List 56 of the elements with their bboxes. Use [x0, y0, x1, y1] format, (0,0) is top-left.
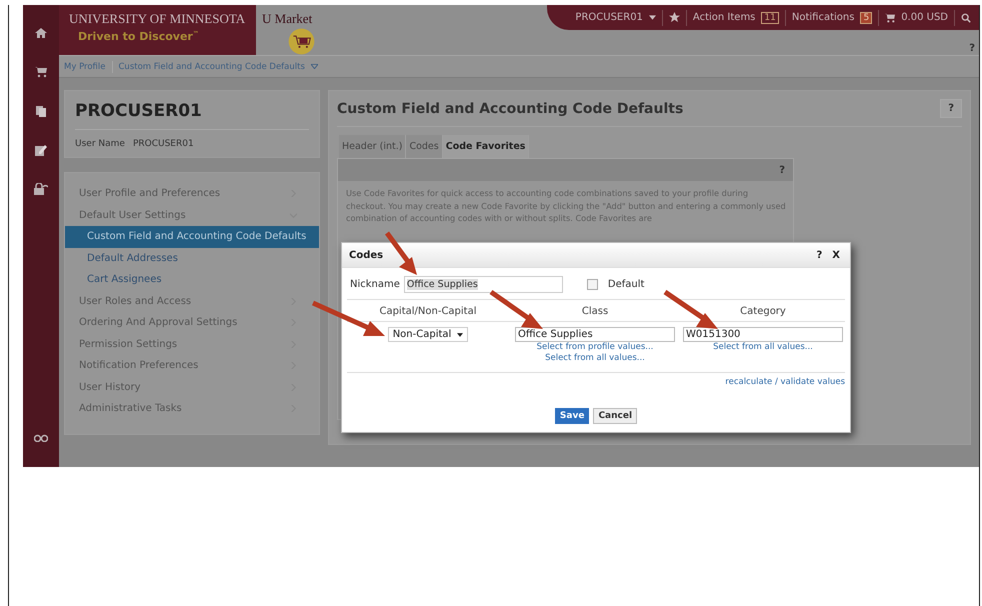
save-button[interactable]: Save [554, 408, 590, 424]
submenu-item[interactable]: Custom Field and Accounting Code Defaults [65, 226, 319, 248]
help-icon[interactable]: ? [969, 43, 975, 54]
binoculars-icon[interactable] [34, 434, 48, 442]
checkbox[interactable] [586, 279, 598, 290]
cart-icon[interactable] [35, 66, 47, 78]
user-name-label: User Name [75, 139, 125, 149]
checkbox-label: Default [608, 279, 644, 290]
help-icon[interactable]: ? [779, 164, 785, 176]
link[interactable]: recalculate / validate values [725, 377, 845, 388]
tab[interactable]: Codes [406, 135, 443, 158]
cart-logo-icon [288, 28, 315, 55]
help-icon[interactable]: ? [816, 250, 822, 260]
annotation-arrow [384, 232, 417, 275]
tagline: Driven to Discover$^{™}$ [78, 30, 200, 43]
submenu-item[interactable]: Cart Assignees [65, 269, 319, 290]
university-name: UNIVERSITY OF MINNESOTA [69, 11, 246, 27]
link[interactable]: Select from all values... [545, 353, 645, 364]
column-header: Capital/Non-Capital [347, 300, 509, 322]
dialog-title: Codes [349, 250, 384, 260]
input-field[interactable]: W0151300 [683, 327, 843, 342]
documents-icon[interactable] [35, 105, 47, 117]
lock-icon[interactable] [34, 183, 48, 195]
field-label: Nickname [350, 279, 400, 290]
user-name-value: PROCUSER01 [132, 139, 194, 149]
notifications-link[interactable]: Notifications [792, 12, 854, 23]
user-menu[interactable]: PROCUSER01 [575, 12, 643, 23]
annotation-arrow [490, 290, 543, 329]
dropdown[interactable]: Non-Capital [388, 327, 468, 342]
tab[interactable]: Header (int.) [339, 135, 406, 158]
count-badge: 5 [860, 12, 872, 24]
cart-total[interactable]: 0.00 USD [901, 12, 948, 23]
tab[interactable]: Code Favorites [442, 135, 530, 158]
logo-banner[interactable]: UNIVERSITY OF MINNESOTA Driven to Discover$^{™}$ [59, 5, 256, 55]
help-button[interactable]: ? [940, 99, 962, 118]
close-icon[interactable]: X [832, 250, 840, 260]
submenu-item[interactable]: Default Addresses [65, 248, 319, 269]
home-icon[interactable] [35, 27, 47, 39]
description: Use Code Favorites for quick access to accounting code combinations saved to your profile during checkout. You may create a new Code Favorite by clicking the "Add" button and entering a commonly used combination of accounting codes with or without splits. Code Favorites are [345, 187, 787, 225]
cancel-button[interactable]: Cancel [593, 408, 638, 424]
panel-title: Custom Field and Accounting Code Defaults [337, 100, 684, 116]
input-field[interactable]: Office Supplies [515, 327, 675, 342]
app-name: U Market [262, 11, 312, 27]
star-icon[interactable] [668, 12, 680, 23]
cart-icon[interactable] [885, 12, 896, 22]
profile-name: PROCUSER01 [75, 101, 309, 130]
caret-icon [457, 332, 464, 336]
link[interactable]: Select from profile values... [536, 342, 654, 353]
nickname-field[interactable]: Office Supplies [404, 276, 563, 293]
caret-icon [648, 15, 656, 20]
link[interactable]: Select from all values... [713, 342, 813, 353]
annotation-arrow [664, 290, 718, 329]
action-items-link[interactable]: Action Items [692, 12, 756, 23]
count-badge: 11 [761, 12, 779, 24]
search-icon[interactable] [961, 12, 971, 22]
edit-icon[interactable] [35, 144, 47, 156]
